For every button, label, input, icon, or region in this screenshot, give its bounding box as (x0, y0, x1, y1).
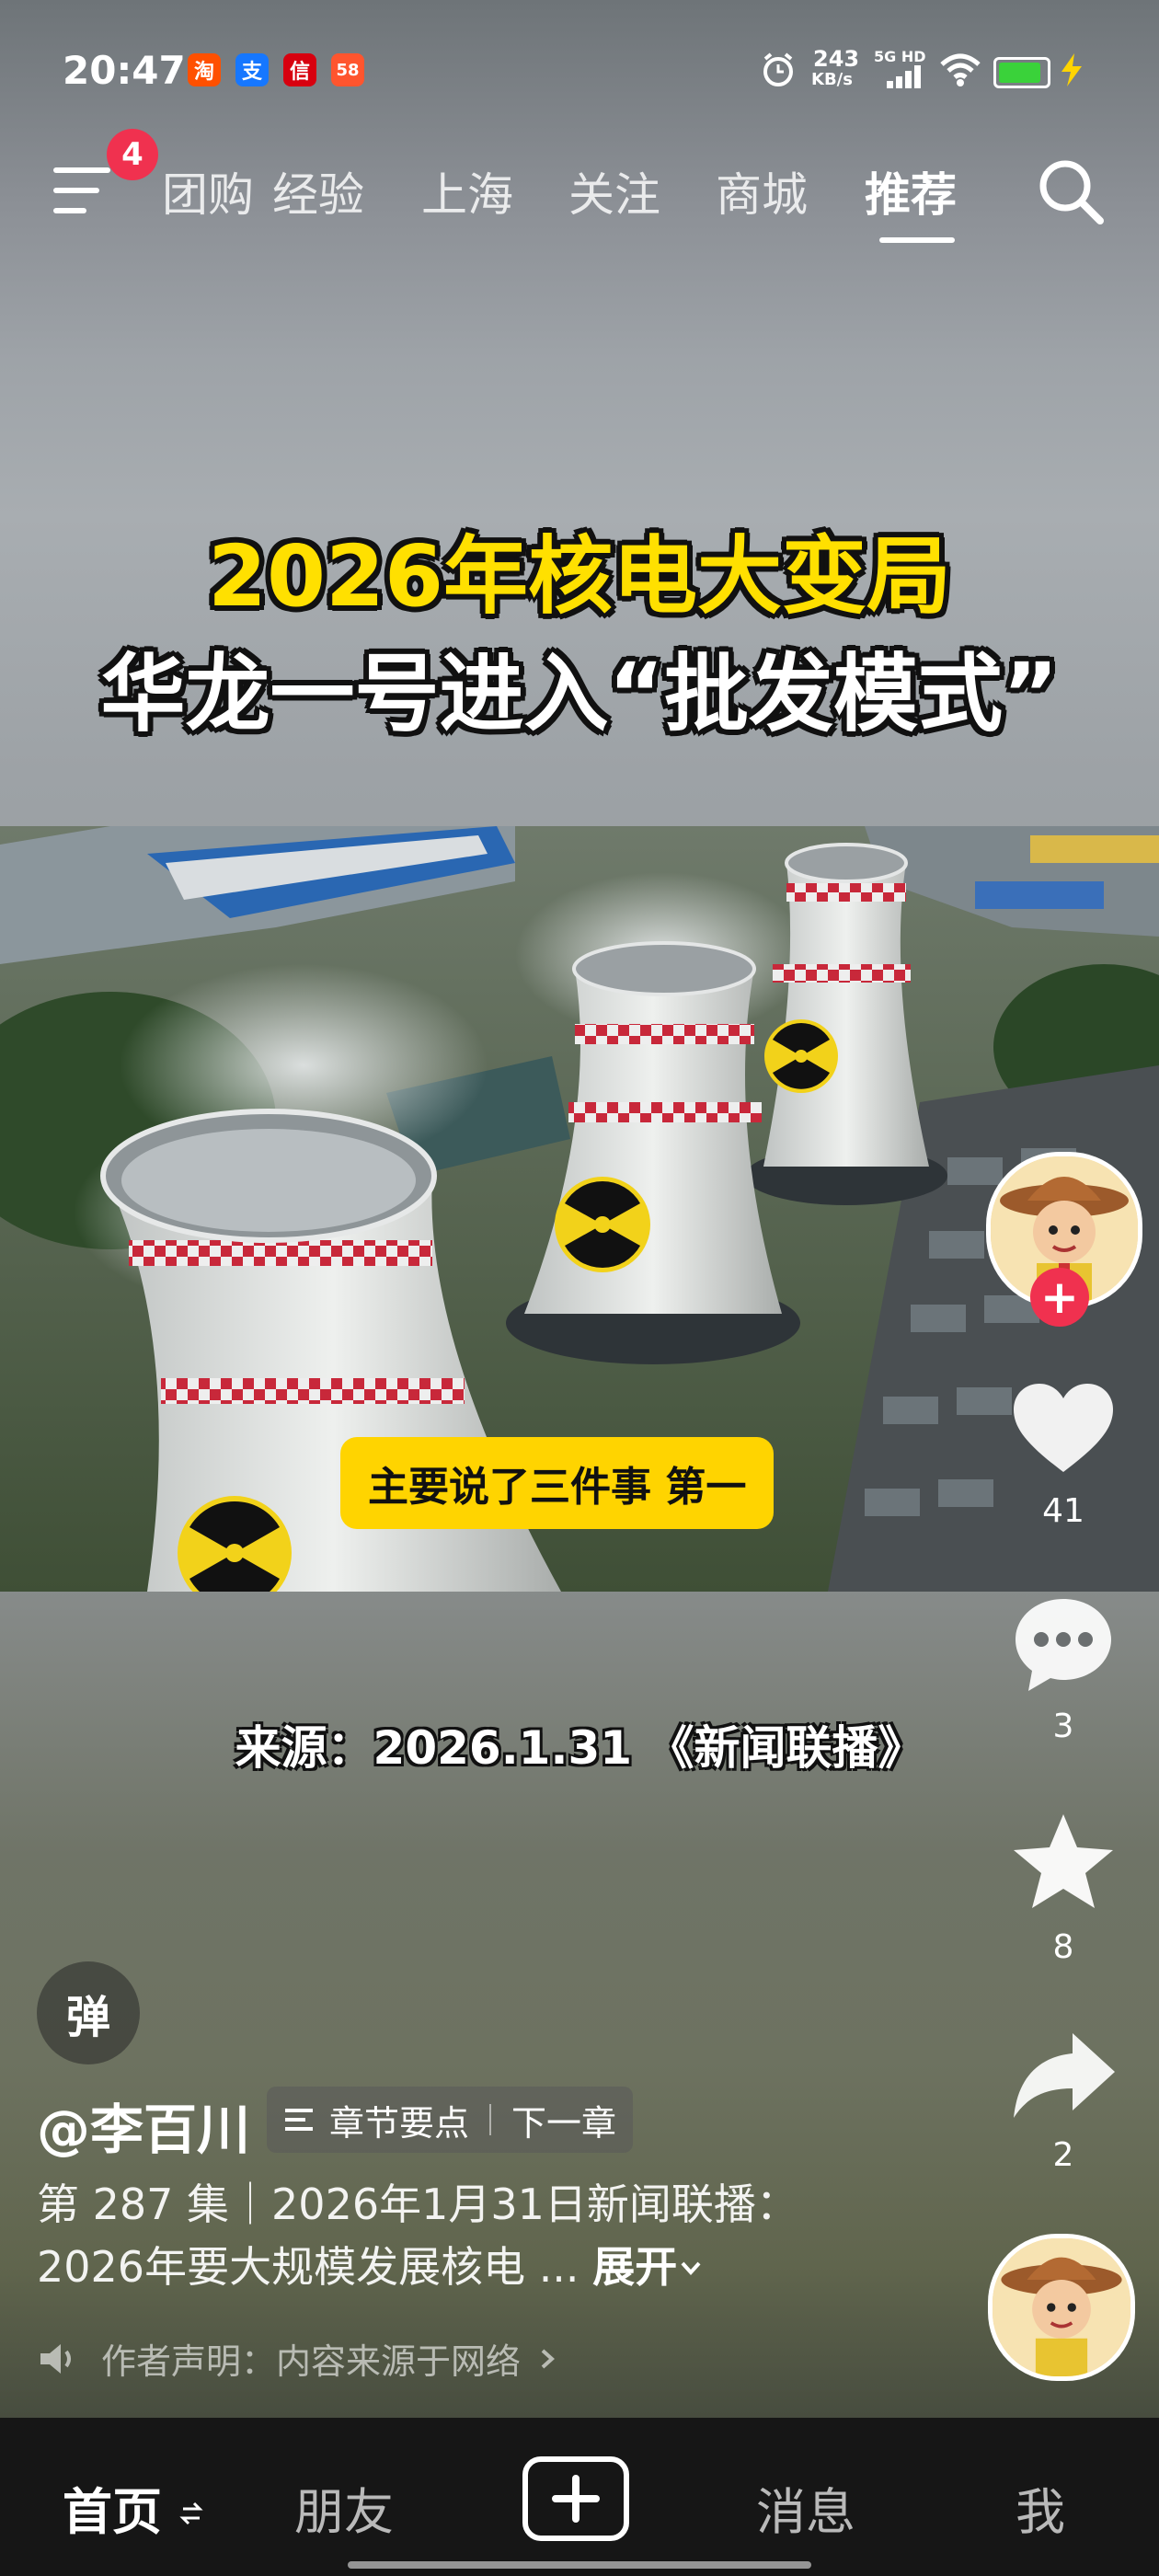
video-subtitle: 主要说了三件事 第一 (340, 1437, 775, 1529)
video-source-caption: 来源：2026.1.31 《新闻联播》 (235, 1721, 924, 1775)
clock: 20:47 (63, 48, 186, 93)
home-indicator (348, 2561, 811, 2569)
like-heart-icon[interactable] (1008, 1376, 1119, 1487)
tab-mall[interactable]: 商城 (716, 158, 808, 224)
description-line1: 第 287 集｜2026年1月31日新闻联播： (37, 2179, 798, 2229)
author-name[interactable]: @李百川 (37, 2087, 250, 2164)
chapter-pill[interactable]: 章节要点 下一章 (267, 2087, 634, 2153)
video-headline-line1: 2026年核电大变局 (207, 527, 952, 626)
battery-level (999, 63, 1040, 83)
author-declaration[interactable]: 作者声明：内容来源于网络 (37, 2333, 561, 2384)
tab-home[interactable]: 首页 (63, 2471, 203, 2544)
chapter-highlights-label[interactable]: 章节要点 (329, 2095, 469, 2145)
search-icon[interactable] (1034, 155, 1107, 228)
share-arrow-icon[interactable] (1008, 2020, 1119, 2131)
list-icon (285, 2109, 313, 2131)
citic-icon: 信 (283, 53, 316, 86)
next-chapter-link[interactable]: 下一章 (511, 2095, 616, 2145)
chevron-right-icon (541, 2349, 556, 2368)
notification-badge: 4 (107, 129, 158, 180)
tab-following[interactable]: 关注 (568, 158, 660, 224)
danmaku-toggle-button[interactable]: 弹 (37, 1961, 140, 2064)
net-speed: 243 (813, 46, 860, 72)
active-tab-indicator (879, 237, 955, 243)
tab-experience[interactable]: 经验 (272, 158, 364, 224)
music-disc-avatar[interactable] (988, 2234, 1135, 2381)
tab-recommend[interactable]: 推荐 (865, 158, 957, 224)
chapter-divider (489, 2104, 492, 2135)
alipay-icon: 支 (235, 53, 269, 86)
swap-icon (179, 2501, 203, 2525)
favorite-count: 8 (1052, 1928, 1074, 1966)
tab-shanghai[interactable]: 上海 (421, 158, 513, 224)
tab-messages[interactable]: 消息 (756, 2471, 855, 2544)
description-line2: 2026年要大规模发展核电 ... 展开 (37, 2234, 705, 2294)
cowboy-disc-image (993, 2238, 1130, 2376)
tab-friends[interactable]: 朋友 (294, 2471, 394, 2544)
description-line2-text: 2026年要大规模发展核电 ... (37, 2242, 580, 2292)
network-type: 5G HD (874, 48, 926, 65)
tab-group-buy[interactable]: 团购 (162, 158, 254, 224)
tab-me[interactable]: 我 (1016, 2471, 1065, 2544)
expand-button[interactable]: 展开 (592, 2242, 705, 2292)
app58-icon: 58 (331, 53, 364, 86)
net-unit: KB/s (811, 70, 853, 89)
charging-icon (1061, 53, 1082, 86)
comment-icon[interactable] (1008, 1590, 1119, 1700)
follow-button[interactable]: + (1030, 1268, 1089, 1327)
share-count: 2 (1052, 2136, 1074, 2174)
declaration-text: 作者声明：内容来源于网络 (101, 2341, 522, 2382)
alarm-icon (763, 52, 793, 86)
battery-icon (993, 57, 1050, 88)
video-headline-line2: 华龙一号进入“批发模式” (100, 645, 1059, 743)
comment-count: 3 (1052, 1708, 1074, 1745)
wifi-icon (940, 53, 981, 86)
taobao-icon: 淘 (188, 53, 221, 86)
create-post-button[interactable] (522, 2456, 629, 2541)
speaker-icon (40, 2343, 71, 2374)
favorite-star-icon[interactable] (1008, 1809, 1119, 1919)
plus-icon (552, 2475, 600, 2523)
like-count: 41 (1042, 1492, 1084, 1530)
signal-icon (887, 65, 921, 88)
menu-icon[interactable] (53, 167, 110, 223)
status-bar: 20:47 淘 支 信 58 243 KB/s 5G HD (0, 0, 1159, 138)
chevron-down-icon (681, 2261, 701, 2275)
